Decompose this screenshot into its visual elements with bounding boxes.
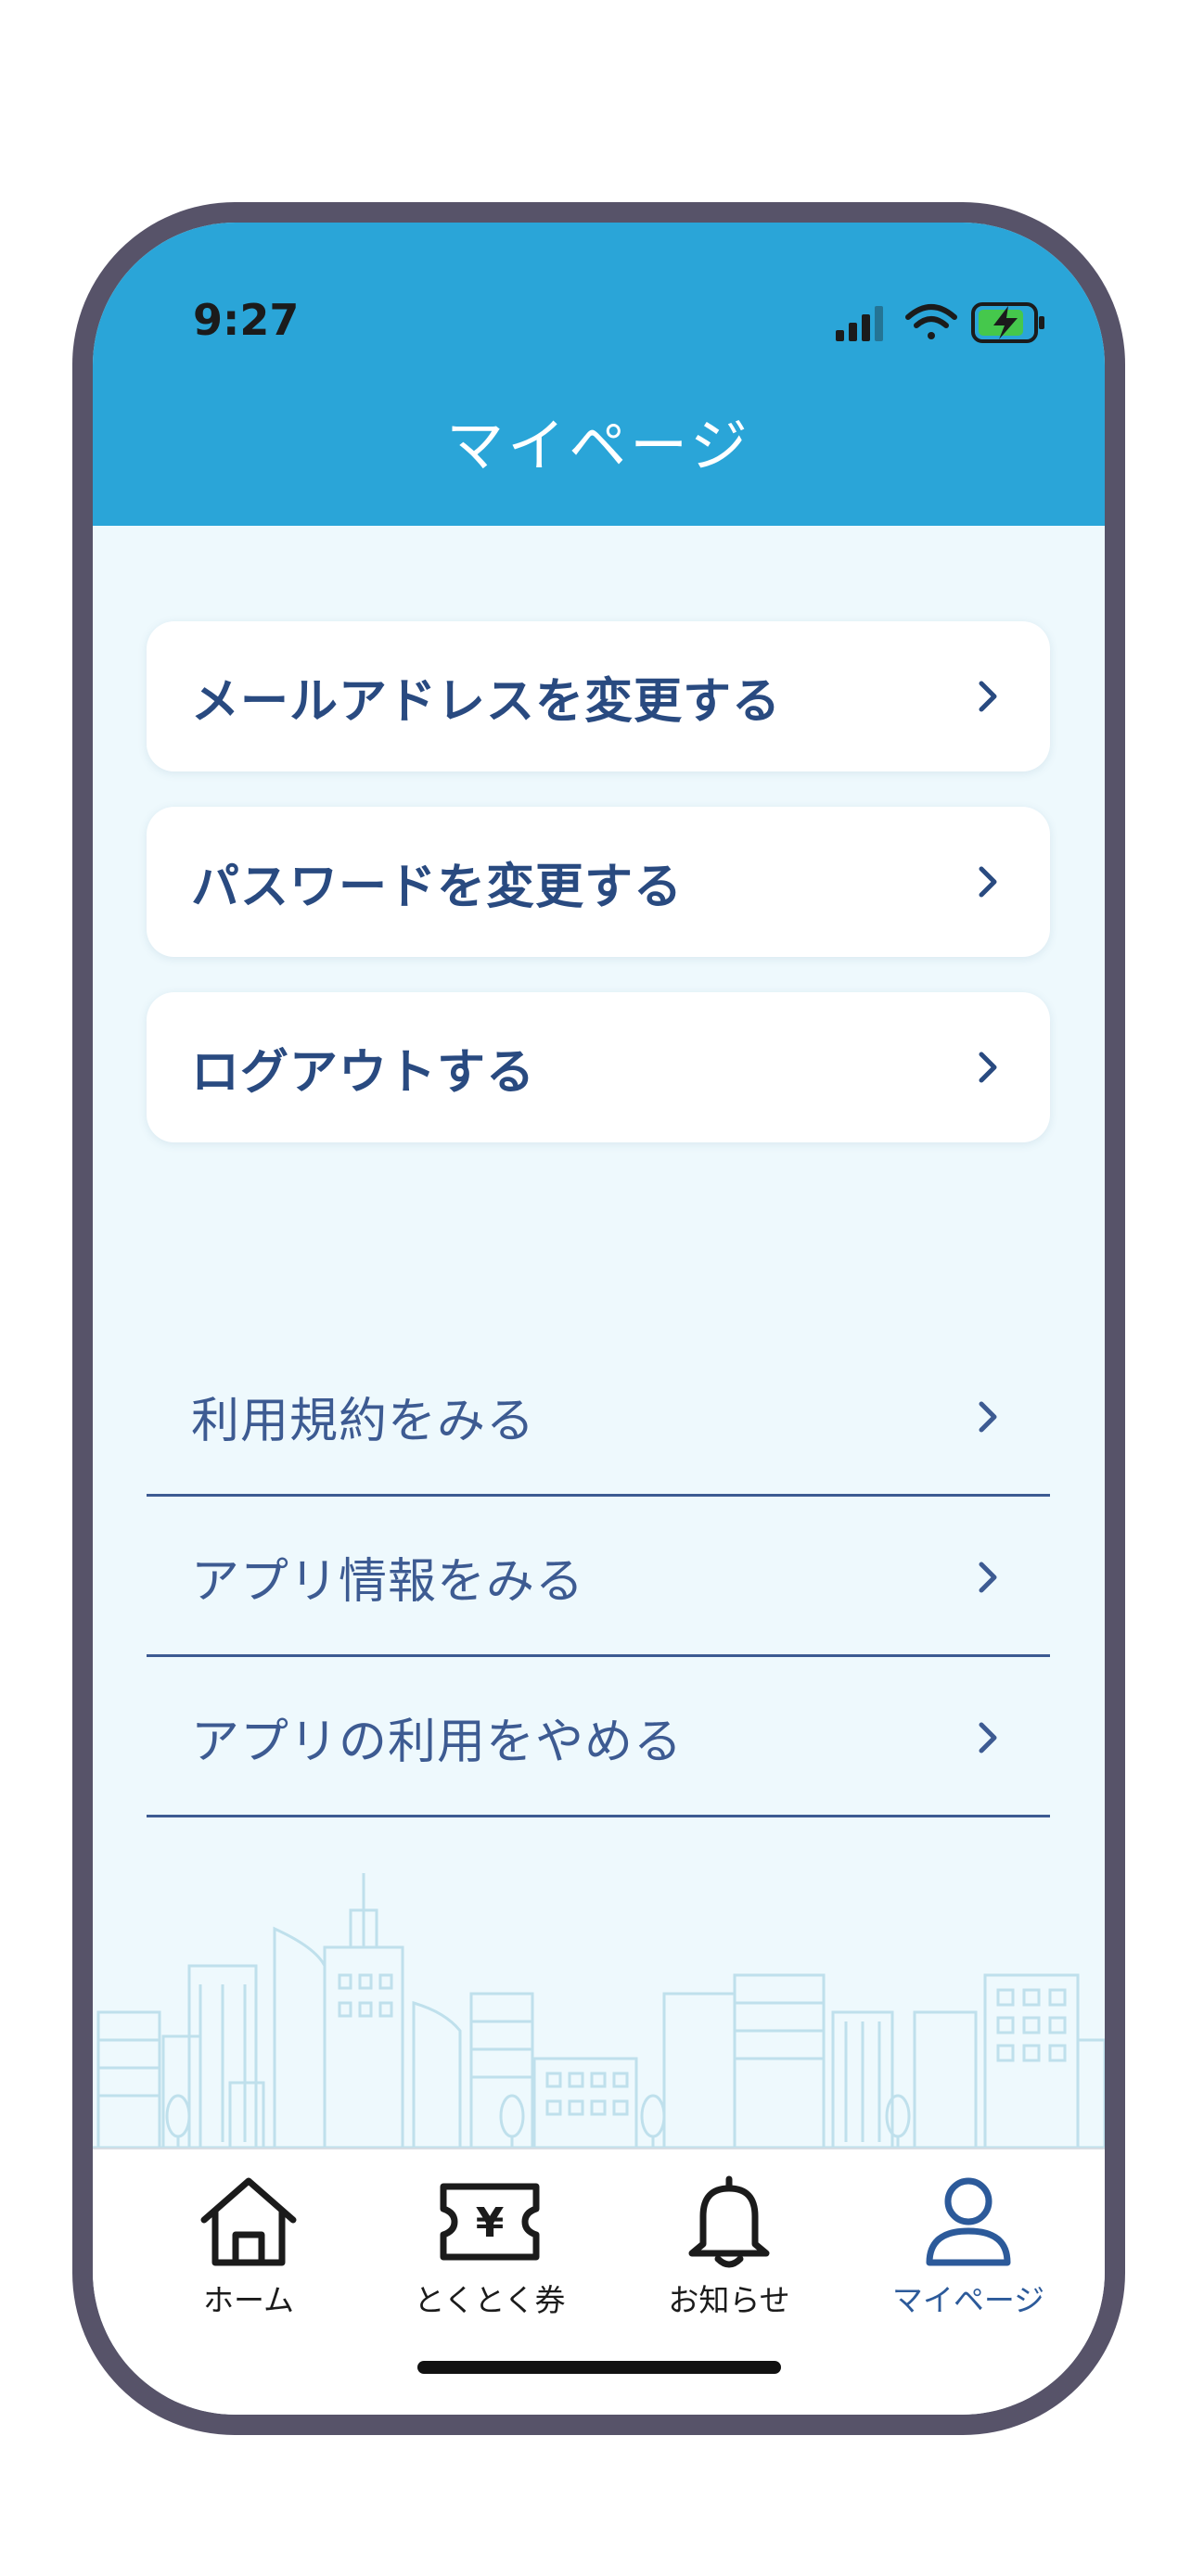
app-header: 9:27 マイページ — [93, 223, 1105, 526]
tab-mypage[interactable]: マイページ — [876, 2174, 1061, 2322]
status-icons — [836, 302, 1044, 343]
chevron-right-icon — [979, 1052, 997, 1083]
phone-frame: 9:27 マイページ メールアドレスを変更する パスワードを変更する ログアウト… — [72, 202, 1125, 2435]
logout-label: ログアウトする — [191, 1044, 536, 1101]
tab-mypage-label: マイページ — [891, 2282, 1045, 2318]
home-indicator — [417, 2361, 781, 2374]
chevron-right-icon — [979, 681, 997, 712]
bell-icon — [688, 2175, 770, 2268]
terms-of-use-link[interactable]: 利用規約をみる — [147, 1339, 1050, 1497]
chevron-right-icon — [979, 1562, 997, 1592]
cellular-signal-icon — [836, 306, 883, 341]
quit-app-link[interactable]: アプリの利用をやめる — [147, 1660, 1050, 1817]
svg-text:¥: ¥ — [476, 2200, 505, 2247]
logout-button[interactable]: ログアウトする — [147, 992, 1050, 1142]
app-info-label: アプリ情報をみる — [191, 1554, 585, 1610]
terms-of-use-label: 利用規約をみる — [191, 1394, 536, 1449]
tab-notifications-label: お知らせ — [668, 2282, 790, 2318]
home-icon — [200, 2177, 297, 2266]
tab-home-label: ホーム — [202, 2282, 294, 2318]
chevron-right-icon — [979, 1401, 997, 1432]
tab-coupons-label: とくとく券 — [414, 2282, 566, 2318]
city-skyline-illustration — [93, 1873, 1105, 2149]
wifi-icon — [905, 304, 957, 339]
change-password-button[interactable]: パスワードを変更する — [147, 807, 1050, 957]
bottom-tab-bar: ホーム ¥ とくとく券 お知らせ マイページ — [93, 2148, 1105, 2415]
tab-coupons[interactable]: ¥ とくとく券 — [397, 2174, 583, 2322]
change-password-label: パスワードを変更する — [191, 859, 684, 915]
tab-home[interactable]: ホーム — [156, 2174, 341, 2322]
person-icon — [926, 2177, 1011, 2266]
app-info-link[interactable]: アプリ情報をみる — [147, 1499, 1050, 1657]
chevron-right-icon — [979, 1722, 997, 1753]
quit-app-label: アプリの利用をやめる — [191, 1715, 684, 1770]
change-email-label: メールアドレスを変更する — [191, 673, 782, 730]
yen-ticket-icon: ¥ — [440, 2183, 540, 2261]
page-title: マイページ — [446, 412, 751, 479]
chevron-right-icon — [979, 866, 997, 898]
tab-notifications[interactable]: お知らせ — [636, 2174, 822, 2322]
change-email-button[interactable]: メールアドレスを変更する — [147, 621, 1050, 772]
battery-charging-icon — [971, 302, 1044, 343]
app-screen: 9:27 マイページ メールアドレスを変更する パスワードを変更する ログアウト… — [93, 223, 1105, 2415]
status-time: 9:27 — [193, 295, 300, 345]
